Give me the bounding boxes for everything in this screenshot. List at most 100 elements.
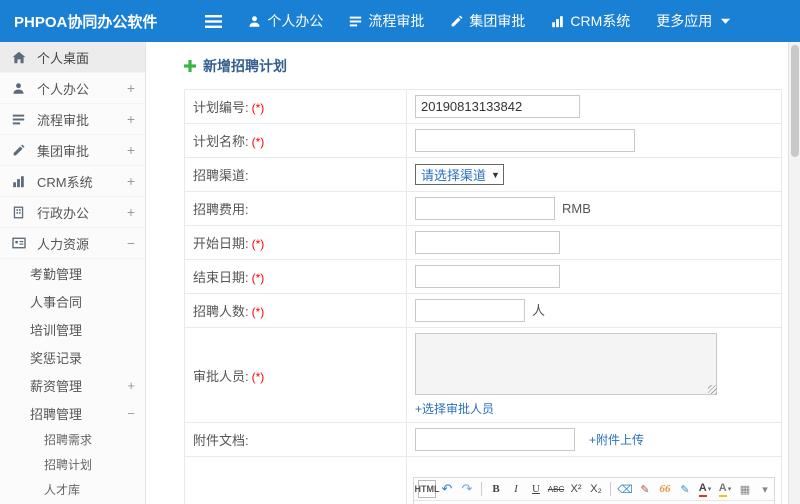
sidebar-item-recruit-mgmt[interactable]: 招聘管理 − xyxy=(0,399,145,427)
subscript-button[interactable]: X₂ xyxy=(587,480,605,498)
scrollbar-thumb[interactable] xyxy=(791,45,799,157)
sidebar-item-group-approval[interactable]: 集团审批 + xyxy=(0,135,145,166)
page-title-text: 新增招聘计划 xyxy=(203,58,287,74)
label-text: 招聘人数: xyxy=(193,304,249,319)
cost-input[interactable] xyxy=(415,197,555,220)
font-color-button[interactable]: A ▾ xyxy=(696,480,714,498)
sidebar-item-talent-pool[interactable]: 人才库 xyxy=(0,477,145,502)
sidebar-item-recruit-plan[interactable]: 招聘计划 xyxy=(0,452,145,477)
highlight-color-button[interactable]: A ▾ xyxy=(716,480,734,498)
expand-plus-icon[interactable]: + xyxy=(127,111,135,127)
sidebar-item-label: 人才库 xyxy=(44,483,81,497)
building-icon xyxy=(12,205,29,220)
undo-icon[interactable]: ↶ xyxy=(438,480,456,498)
nav-crm-system[interactable]: CRM系统 xyxy=(551,11,630,31)
html-source-button[interactable]: HTML xyxy=(415,480,440,498)
topbar: PHPOA协同办公软件 个人办公 流程审批 集团审批 CRM系统 更多应用 xyxy=(0,0,800,42)
italic-button[interactable]: I xyxy=(507,480,525,498)
sidebar-item-salary[interactable]: 薪资管理 + xyxy=(0,371,145,399)
vertical-scrollbar[interactable] xyxy=(788,42,800,504)
sidebar-item-desktop[interactable]: 个人桌面 xyxy=(0,42,145,73)
sidebar-item-recruit-demand[interactable]: 招聘需求 xyxy=(0,427,145,452)
required-mark: (*) xyxy=(251,237,265,251)
sidebar-item-workflow-approval[interactable]: 流程审批 + xyxy=(0,104,145,135)
field-label: 招聘渠道: xyxy=(184,157,407,192)
cost-unit: RMB xyxy=(562,201,591,216)
nav-personal-office[interactable]: 个人办公 xyxy=(248,11,323,31)
blockquote-icon[interactable]: 66 xyxy=(656,480,674,498)
underline-button[interactable]: U xyxy=(527,480,545,498)
sidebar-item-label: 行政办公 xyxy=(37,205,90,221)
resize-handle-icon[interactable] xyxy=(708,385,717,394)
expand-plus-icon[interactable]: + xyxy=(127,142,135,158)
sidebar-item-crm[interactable]: CRM系统 + xyxy=(0,166,145,197)
label-text: 招聘渠道: xyxy=(193,168,249,183)
choose-approver-link[interactable]: +选择审批人员 xyxy=(415,400,773,417)
required-mark: (*) xyxy=(251,135,265,149)
collapse-minus-icon[interactable]: − xyxy=(127,406,135,421)
workflow-icon xyxy=(349,15,362,28)
expand-plus-icon[interactable]: + xyxy=(127,204,135,220)
form-row-channel: 招聘渠道: 请选择渠道 ▼ xyxy=(184,157,782,192)
bold-button[interactable]: B xyxy=(487,480,505,498)
sidebar-item-hr[interactable]: 人力资源 − xyxy=(0,228,145,259)
bar-chart-icon xyxy=(551,15,564,28)
label-text: 招聘费用: xyxy=(193,202,249,217)
superscript-button[interactable]: X² xyxy=(567,480,585,498)
sidebar-item-rewards[interactable]: 奖惩记录 xyxy=(0,343,145,371)
expand-plus-icon[interactable]: + xyxy=(127,378,135,393)
green-plus-icon xyxy=(184,60,196,72)
page-title: 新增招聘计划 xyxy=(184,56,782,76)
collapse-minus-icon[interactable]: − xyxy=(127,235,135,251)
person-icon xyxy=(248,15,261,28)
attachment-input[interactable] xyxy=(415,428,575,451)
nav-more-apps[interactable]: 更多应用 xyxy=(656,11,731,31)
headcount-input[interactable] xyxy=(415,299,525,322)
redo-icon[interactable]: ↷ xyxy=(458,480,476,498)
table-icon[interactable]: ▦ xyxy=(736,480,754,498)
nav-group-approval[interactable]: 集团审批 xyxy=(450,11,525,31)
expand-plus-icon[interactable]: + xyxy=(127,173,135,189)
channel-select[interactable]: 请选择渠道 ▼ xyxy=(415,164,504,185)
toolbar-separator xyxy=(481,482,482,496)
nav-workflow-approval[interactable]: 流程审批 xyxy=(349,11,424,31)
attachment-upload-link[interactable]: +附件上传 xyxy=(589,431,644,448)
sidebar-item-training[interactable]: 培训管理 xyxy=(0,315,145,343)
main-content: 新增招聘计划 计划编号:(*) 计划名称:(*) xyxy=(146,42,800,504)
format-brush-icon[interactable]: ✎ xyxy=(636,480,654,498)
start-date-input[interactable] xyxy=(415,231,560,254)
sidebar-item-admin-office[interactable]: 行政办公 + xyxy=(0,197,145,228)
sidebar-item-label: 考勤管理 xyxy=(30,266,83,282)
field-label: 招聘费用: xyxy=(184,191,407,226)
bar-chart-icon xyxy=(12,174,29,189)
approver-textarea[interactable] xyxy=(415,333,717,395)
sidebar: 个人桌面 个人办公 + 流程审批 + 集团审批 + CRM系统 + 行政办公 +… xyxy=(0,42,146,504)
form-row-plan-name: 计划名称: (*) xyxy=(184,123,782,158)
field-label: 审批人员: (*) xyxy=(184,327,407,423)
strikethrough-button[interactable]: ABC xyxy=(547,480,565,498)
caret-down-icon: ▾ xyxy=(707,486,712,493)
toolbar-more-icon[interactable]: ▾ xyxy=(756,480,774,498)
nav-label: CRM系统 xyxy=(570,13,631,29)
sidebar-item-personal-office[interactable]: 个人办公 + xyxy=(0,73,145,104)
remove-format-icon[interactable]: ⌫ xyxy=(616,480,634,498)
required-mark: (*) xyxy=(251,271,265,285)
pencil-icon[interactable]: ✎ xyxy=(676,480,694,498)
end-date-input[interactable] xyxy=(415,265,560,288)
home-icon xyxy=(12,50,29,65)
required-mark: (*) xyxy=(251,369,265,384)
hamburger-menu-icon[interactable] xyxy=(205,14,223,28)
plan-no-input[interactable] xyxy=(415,95,580,118)
recruit-plan-form: 计划编号:(*) 计划名称:(*) 招聘渠道: xyxy=(184,89,782,504)
field-label: 计划编号: (*) xyxy=(184,89,407,124)
plan-name-input[interactable] xyxy=(415,129,635,152)
nav-label: 个人办公 xyxy=(267,13,324,29)
label-text: 附件文档: xyxy=(193,433,249,448)
label-text: 开始日期: xyxy=(193,236,249,251)
label-text: 结束日期: xyxy=(193,270,249,285)
form-row-start-date: 开始日期: (*) xyxy=(184,225,782,260)
field-cell: 请选择渠道 ▼ xyxy=(406,157,782,192)
expand-plus-icon[interactable]: + xyxy=(127,80,135,96)
sidebar-item-hr-contract[interactable]: 人事合同 xyxy=(0,287,145,315)
sidebar-item-attendance[interactable]: 考勤管理 xyxy=(0,259,145,287)
